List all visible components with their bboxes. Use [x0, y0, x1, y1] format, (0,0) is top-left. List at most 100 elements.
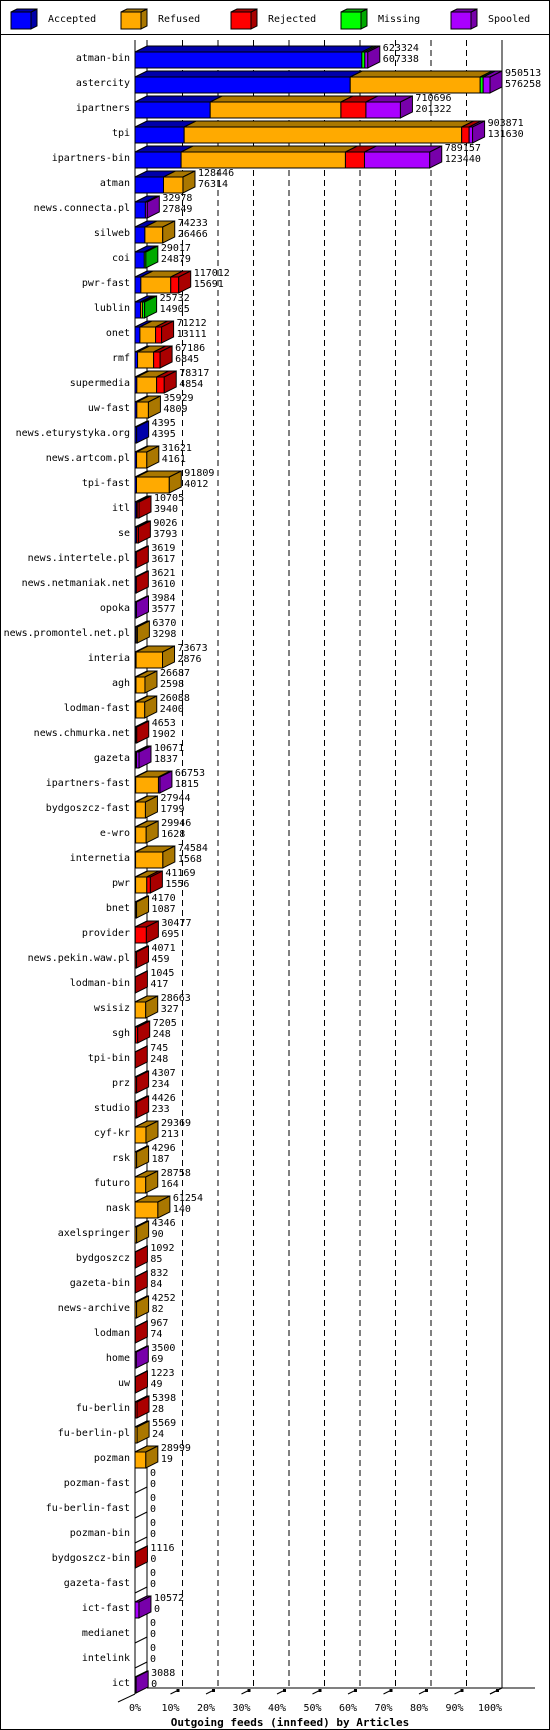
value-label-total: 745: [150, 1043, 168, 1054]
row-label-rsk: rsk: [112, 1153, 130, 1164]
value-label-total: 4346: [152, 1218, 176, 1229]
value-label-total: 967: [150, 1318, 168, 1329]
bar-segment-accepted: [134, 101, 211, 119]
row-label-lublin: lublin: [94, 303, 130, 314]
bar-segment-refused: [349, 76, 481, 94]
value-label-total: 31621: [162, 443, 192, 454]
x-tick-mark: [460, 1689, 464, 1692]
x-axis-corner: [117, 1693, 136, 1703]
value-label-total: 41169: [165, 868, 195, 879]
value-label-accepted: 24: [152, 1429, 164, 1440]
row-label-atman: atman: [100, 178, 130, 189]
bar-segment-refused: [180, 151, 346, 169]
x-tick-label: 80%: [410, 1703, 428, 1714]
row-label-opoka: opoka: [100, 603, 130, 614]
row-label-supermedia: supermedia: [70, 378, 130, 389]
value-label-accepted: 19: [161, 1454, 173, 1465]
bar-segment-refused: [183, 126, 463, 144]
row-label-bydgoszcz-bin: bydgoszcz-bin: [52, 1553, 130, 1564]
value-label-total: 4653: [152, 718, 176, 729]
value-label-accepted: 1556: [165, 879, 189, 890]
value-label-total: 3088: [151, 1668, 175, 1679]
value-label-accepted: 6845: [175, 354, 199, 365]
x-tick: [383, 1690, 390, 1695]
value-label-accepted: 76314: [198, 179, 228, 190]
bar-segment-refused: [135, 476, 170, 494]
value-label-accepted: 3298: [152, 629, 176, 640]
value-label-total: 4170: [152, 893, 176, 904]
value-label-accepted: 1568: [178, 854, 202, 865]
value-label-total: 29946: [161, 818, 191, 829]
row-label-ipartners-fast: ipartners-fast: [46, 778, 130, 789]
x-tick: [205, 1690, 213, 1695]
value-label-accepted: 607338: [383, 54, 419, 65]
x-tick-mark: [496, 1689, 499, 1692]
value-label-total: 0: [150, 1493, 156, 1504]
value-label-total: 7205: [153, 1018, 177, 1029]
row-label-lodman-bin: lodman-bin: [70, 978, 130, 989]
value-label-accepted: 4854: [179, 379, 203, 390]
row-label-futuro: futuro: [94, 1178, 130, 1189]
x-tick-mark: [318, 1689, 322, 1692]
value-label-accepted: 85: [150, 1254, 162, 1265]
row-label-ipartners: ipartners: [76, 103, 130, 114]
bar-segment-refused: [135, 876, 148, 894]
value-label-accepted: 27849: [162, 204, 192, 215]
value-label-total: 71212: [177, 318, 207, 329]
bar-segment-refused: [140, 276, 172, 294]
value-label-total: 9026: [153, 518, 177, 529]
x-tick-mark: [212, 1689, 215, 1692]
row-label-gazeta-bin: gazeta-bin: [70, 1278, 130, 1289]
row-label-gazeta: gazeta: [94, 753, 130, 764]
value-label-total: 1045: [150, 968, 174, 979]
x-tick: [276, 1690, 284, 1695]
value-label-accepted: 4395: [152, 429, 176, 440]
row-label-bnet: bnet: [106, 903, 130, 914]
value-label-total: 3500: [151, 1343, 175, 1354]
row-label-coi: coi: [112, 253, 130, 264]
value-label-total: 29369: [161, 1118, 191, 1129]
value-label-accepted: 15691: [194, 279, 224, 290]
value-label-accepted: 0: [151, 1679, 157, 1690]
bar-segment-accepted: [134, 226, 146, 244]
row-label-onet: onet: [106, 328, 130, 339]
value-label-total: 27944: [160, 793, 190, 804]
bar-segment-rejected: [153, 351, 161, 369]
row-label-tpi-fast: tpi-fast: [82, 478, 130, 489]
row-label-astercity: astercity: [76, 78, 130, 89]
bar-side: [134, 1245, 148, 1269]
bar-segment-refused: [136, 401, 149, 419]
row-label-cyf-kr: cyf-kr: [94, 1128, 130, 1139]
value-label-total: 74584: [178, 843, 208, 854]
value-label-accepted: 4809: [163, 404, 187, 415]
row-label-fu-berlin-pl: fu-berlin-pl: [58, 1428, 130, 1439]
value-label-total: 5398: [152, 1393, 176, 1404]
value-label-total: 4071: [152, 943, 176, 954]
row-label-ict: ict: [112, 1678, 130, 1689]
row-label-news.pekin.waw.pl: news.pekin.waw.pl: [28, 953, 130, 964]
value-label-accepted: 417: [150, 979, 168, 990]
value-label-accepted: 49: [150, 1379, 162, 1390]
row-label-nask: nask: [106, 1203, 130, 1214]
value-label-total: 0: [150, 1618, 156, 1629]
value-label-accepted: 0: [150, 1654, 156, 1665]
row-label-rmf: rmf: [112, 353, 130, 364]
bar-segment-spooled: [363, 151, 431, 169]
row-label-news.eturystyka.org: news.eturystyka.org: [16, 428, 130, 439]
value-label-accepted: 2876: [178, 654, 202, 665]
value-label-total: 4252: [152, 1293, 176, 1304]
bar-segment-spooled: [468, 126, 474, 144]
value-label-accepted: 0: [150, 1504, 156, 1515]
bar-segment-rejected: [340, 101, 367, 119]
row-label-bydgoszcz-fast: bydgoszcz-fast: [46, 803, 130, 814]
row-label-sgh: sgh: [112, 1028, 130, 1039]
value-label-accepted: 14905: [160, 304, 190, 315]
value-label-accepted: 187: [152, 1154, 170, 1165]
bar-segment-refused: [135, 701, 146, 719]
row-label-atman-bin: atman-bin: [76, 53, 130, 64]
value-label-total: 832: [150, 1268, 168, 1279]
bar-segment-accepted: [134, 126, 185, 144]
value-label-accepted: 3793: [153, 529, 177, 540]
row-label-ipartners-bin: ipartners-bin: [52, 153, 130, 164]
bar-segment-refused: [139, 326, 157, 344]
